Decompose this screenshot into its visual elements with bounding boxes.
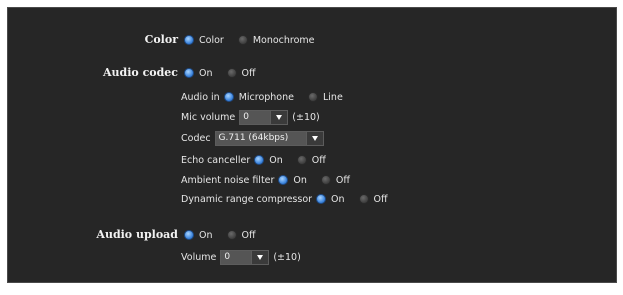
audio-codec-option-on[interactable]: On [184, 68, 213, 79]
dynamic-range-compressor-option-off[interactable]: Off [358, 194, 388, 205]
ambient-noise-filter-option-on[interactable]: On [278, 175, 307, 186]
radio-unselected-icon[interactable] [320, 175, 331, 185]
audio-in-row: Audio in Microphone Line [181, 88, 357, 106]
codec-select[interactable]: G.711 (64kbps) [214, 130, 324, 146]
audio-in-option-microphone[interactable]: Microphone [223, 92, 294, 103]
echo-canceller-row: Echo canceller On Off [181, 151, 340, 169]
audio-upload-option-on[interactable]: On [184, 230, 213, 241]
upload-volume-row: Volume 0 (±10) [181, 248, 301, 266]
codec-row: Codec G.711 (64kbps) [181, 129, 328, 147]
settings-panel: Color Color Monochrome Audio codec On Of… [7, 7, 617, 283]
dynamic-range-compressor-label: Dynamic range compressor [181, 193, 313, 205]
codec-label: Codec [181, 132, 211, 144]
audio-in-option-line[interactable]: Line [308, 92, 343, 103]
audio-codec-radio-group: On Off [184, 64, 270, 82]
mic-volume-row: Mic volume 0 (±10) [181, 108, 320, 126]
codec-value: G.711 (64kbps) [215, 131, 306, 145]
echo-canceller-option-off[interactable]: Off [296, 155, 326, 166]
upload-volume-value: 0 [221, 250, 252, 264]
radio-selected-icon[interactable] [184, 68, 194, 78]
dynamic-range-compressor-row: Dynamic range compressor On Off [181, 190, 402, 208]
chevron-down-icon[interactable] [305, 131, 323, 145]
radio-selected-icon[interactable] [184, 35, 194, 45]
color-heading: Color [144, 33, 178, 46]
radio-unselected-icon[interactable] [308, 92, 318, 102]
mic-volume-select[interactable]: 0 [239, 109, 289, 125]
mic-volume-range: (±10) [292, 111, 320, 123]
radio-unselected-icon[interactable] [226, 230, 237, 240]
dynamic-range-compressor-option-on[interactable]: On [316, 194, 345, 205]
mic-volume-label: Mic volume [181, 111, 236, 123]
upload-volume-select[interactable]: 0 [220, 249, 270, 265]
chevron-down-icon[interactable] [270, 110, 288, 124]
upload-volume-range: (±10) [273, 251, 301, 263]
radio-unselected-icon[interactable] [226, 68, 237, 78]
upload-volume-label: Volume [181, 251, 217, 263]
audio-codec-heading: Audio codec [103, 66, 178, 79]
audio-upload-heading: Audio upload [96, 228, 178, 241]
radio-selected-icon[interactable] [184, 230, 194, 240]
radio-unselected-icon[interactable] [237, 35, 248, 45]
echo-canceller-label: Echo canceller [181, 154, 251, 166]
radio-selected-icon[interactable] [278, 175, 289, 185]
color-radio-group: Color Monochrome [184, 31, 329, 49]
ambient-noise-filter-option-off[interactable]: Off [320, 175, 350, 186]
audio-upload-option-off[interactable]: Off [226, 230, 256, 241]
radio-selected-icon[interactable] [223, 92, 234, 102]
audio-upload-radio-group: On Off [184, 226, 270, 244]
chevron-down-icon[interactable] [251, 250, 269, 264]
color-option-color[interactable]: Color [184, 35, 224, 46]
radio-unselected-icon[interactable] [358, 194, 369, 204]
radio-unselected-icon[interactable] [296, 155, 307, 165]
mic-volume-value: 0 [240, 110, 271, 124]
radio-selected-icon[interactable] [254, 155, 265, 165]
radio-selected-icon[interactable] [316, 194, 327, 204]
audio-in-label: Audio in [181, 91, 220, 103]
ambient-noise-filter-row: Ambient noise filter On Off [181, 171, 364, 189]
ambient-noise-filter-label: Ambient noise filter [181, 174, 275, 186]
audio-codec-option-off[interactable]: Off [226, 68, 256, 79]
color-option-monochrome[interactable]: Monochrome [237, 35, 315, 46]
echo-canceller-option-on[interactable]: On [254, 155, 283, 166]
